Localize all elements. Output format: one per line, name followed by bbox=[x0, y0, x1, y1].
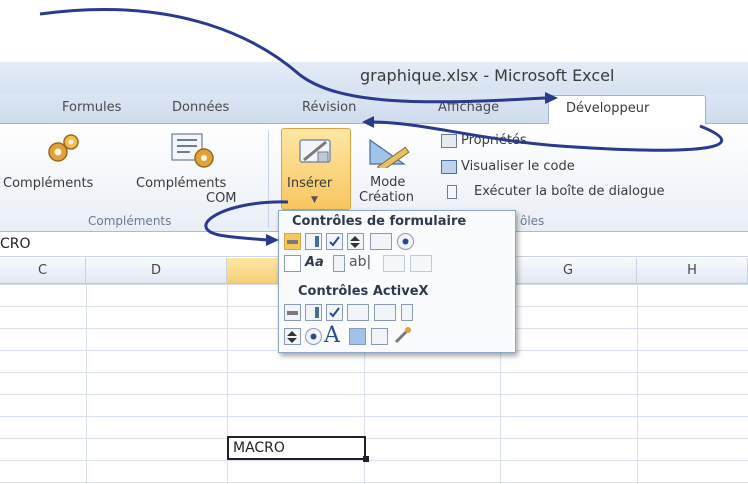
annotation-arrows bbox=[39, 8, 724, 246]
